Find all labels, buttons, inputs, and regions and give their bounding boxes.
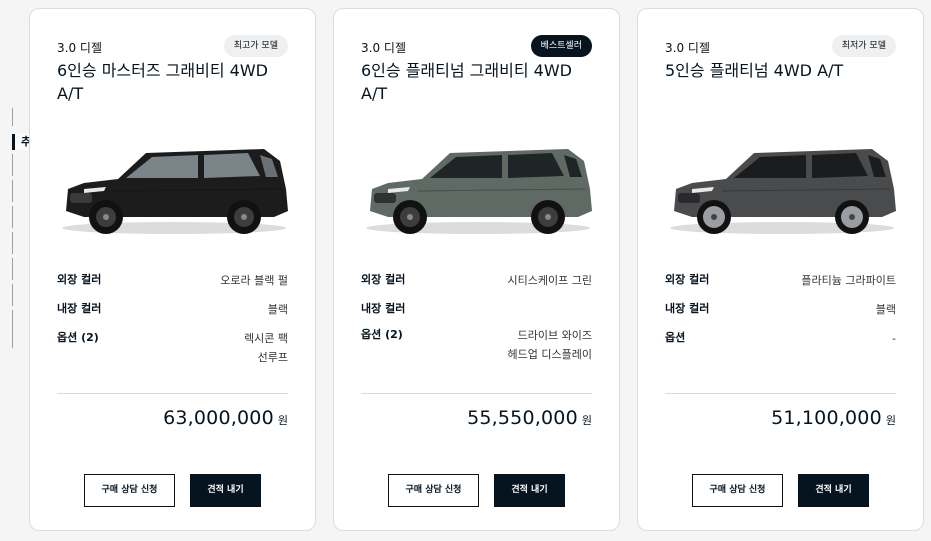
option-item: 드라이브 와이즈	[517, 329, 592, 342]
side-nav-tick[interactable]	[12, 310, 13, 348]
price-row: 63,000,000 원	[163, 407, 288, 429]
price-row: 51,100,000 원	[771, 407, 896, 429]
purchase-consult-button[interactable]: 구매 상담 신청	[692, 474, 783, 507]
option-item: 렉시콘 팩	[244, 332, 288, 345]
purchase-consult-button[interactable]: 구매 상담 신청	[388, 474, 479, 507]
side-nav-tick[interactable]	[12, 108, 13, 126]
suv-green-icon	[358, 131, 598, 241]
price-row: 55,550,000 원	[467, 407, 592, 429]
get-quote-button[interactable]: 견적 내기	[798, 474, 869, 507]
suv-gray-icon	[662, 131, 902, 241]
trim-card: 3.0 디젤 최고가 모델 6인승 마스터즈 그래비티 4WD A/T 외장 컬…	[29, 8, 316, 531]
side-nav-tick[interactable]	[12, 284, 13, 306]
engine-label: 3.0 디젤	[665, 41, 710, 55]
trim-card: 3.0 디젤 최저가 모델 5인승 플래티넘 4WD A/T 외장 컬러 플라티…	[637, 8, 924, 531]
currency-label: 원	[581, 414, 592, 427]
spec-value: 블랙	[267, 303, 288, 316]
spec-label: 옵션	[665, 331, 686, 344]
side-nav-tick[interactable]	[12, 154, 13, 176]
engine-label: 3.0 디젤	[57, 41, 102, 55]
status-badge: 최저가 모델	[831, 35, 896, 57]
spec-label: 옵션 (2)	[361, 328, 403, 341]
spec-label: 외장 컬러	[665, 273, 710, 286]
get-quote-button[interactable]: 견적 내기	[190, 474, 261, 507]
get-quote-button[interactable]: 견적 내기	[494, 474, 565, 507]
spec-label: 내장 컬러	[57, 302, 102, 315]
spec-label: 옵션 (2)	[57, 331, 99, 344]
status-badge: 최고가 모델	[223, 35, 288, 57]
spec-value: 블랙	[875, 303, 896, 316]
side-nav-tick[interactable]	[12, 258, 13, 280]
spec-value: 시티스케이프 그린	[507, 274, 592, 287]
spec-label: 외장 컬러	[57, 273, 102, 286]
spec-label: 내장 컬러	[361, 302, 406, 315]
trim-title: 5인승 플래티넘 4WD A/T	[665, 61, 844, 80]
side-nav-tick[interactable]	[12, 206, 13, 228]
trim-card: 3.0 디젤 베스트셀러 6인승 플래티넘 그래비티 4WD A/T 외장 컬러…	[333, 8, 620, 531]
trim-title: 6인승 플래티넘 그래비티 4WD A/T	[361, 61, 572, 103]
trim-title: 6인승 마스터즈 그래비티 4WD A/T	[57, 61, 268, 103]
price-value: 63,000,000	[163, 407, 274, 429]
spec-label: 내장 컬러	[665, 302, 710, 315]
side-nav-tick[interactable]	[12, 180, 13, 202]
currency-label: 원	[885, 414, 896, 427]
status-badge: 베스트셀러	[530, 35, 592, 57]
side-nav-tick[interactable]	[12, 232, 13, 254]
divider	[57, 393, 288, 394]
currency-label: 원	[277, 414, 288, 427]
spec-value: 오로라 블랙 펄	[220, 274, 288, 287]
divider	[665, 393, 896, 394]
purchase-consult-button[interactable]: 구매 상담 신청	[84, 474, 175, 507]
spec-label: 외장 컬러	[361, 273, 406, 286]
engine-label: 3.0 디젤	[361, 41, 406, 55]
suv-black-icon	[54, 131, 294, 241]
option-item: -	[892, 332, 896, 345]
option-item: 헤드업 디스플레이	[507, 348, 592, 361]
divider	[361, 393, 592, 394]
option-item: 선루프	[257, 351, 288, 364]
spec-value: 플라티늄 그라파이트	[801, 274, 896, 287]
price-value: 55,550,000	[467, 407, 578, 429]
price-value: 51,100,000	[771, 407, 882, 429]
